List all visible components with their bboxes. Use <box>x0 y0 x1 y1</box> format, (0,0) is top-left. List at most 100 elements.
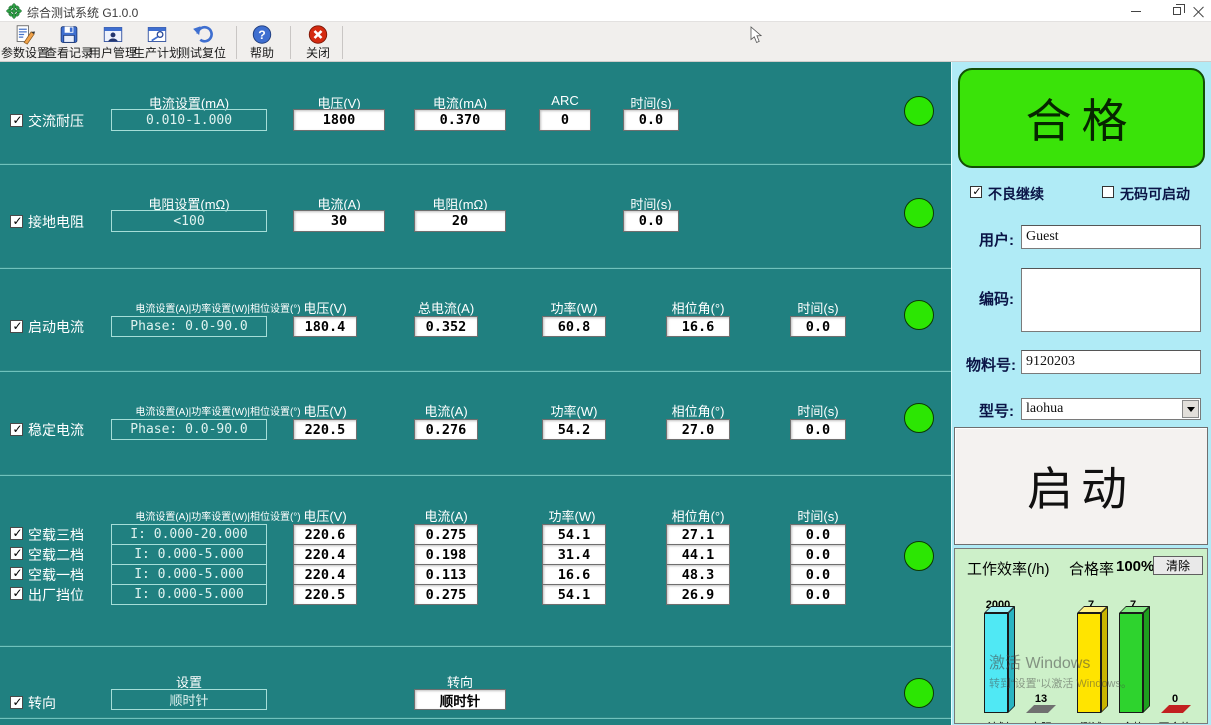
chevron-down-icon <box>1187 407 1195 412</box>
material-field[interactable]: 9120203 <box>1021 350 1201 374</box>
minimize-button[interactable] <box>1116 0 1156 22</box>
setting-box: Phase: 0.0-90.0 <box>111 419 267 440</box>
section-divider <box>0 474 951 476</box>
status-light <box>904 300 934 330</box>
bar-face <box>1143 606 1150 713</box>
column-header: 电压(V) <box>303 506 346 525</box>
toolbar-button-records[interactable]: 查看记录 <box>48 24 90 61</box>
chart-bar-actual <box>1026 705 1056 713</box>
toolbar-button-label: 用户管理 <box>89 44 137 61</box>
bar-face <box>1119 613 1143 713</box>
code-field[interactable] <box>1021 268 1201 332</box>
column-header: 总电流(A) <box>418 298 474 317</box>
section-divider <box>0 163 951 165</box>
toolbar-button-label: 查看记录 <box>45 44 93 61</box>
value-box: 48.3 <box>666 564 730 585</box>
test-enable-checkbox[interactable] <box>10 423 23 436</box>
model-dropdown[interactable]: laohua <box>1021 398 1201 420</box>
params-settings-icon <box>13 24 37 45</box>
control-panel: 合格 不良继续 无码可启动 用户: Guest 编码: 物料号: 9120203… <box>951 62 1211 725</box>
close-button[interactable] <box>1186 0 1211 22</box>
dropdown-button[interactable] <box>1182 400 1199 418</box>
setting-box: 顺时针 <box>111 689 267 710</box>
column-header: 电压(V) <box>303 401 346 420</box>
start-without-code-checkbox[interactable] <box>1102 186 1114 198</box>
setting-box: Phase: 0.0-90.0 <box>111 316 267 337</box>
column-header: 电流设置(A)|功率设置(W)|相位设置(°) <box>135 508 300 523</box>
test-enable-checkbox[interactable] <box>10 527 23 540</box>
column-header: 电压(V) <box>303 298 346 317</box>
windows-activation-watermark-sub: 转到“设置”以激活 Windows。 <box>989 675 1132 691</box>
setting-box: 0.010-1.000 <box>111 109 267 131</box>
help-icon: ? <box>250 24 274 45</box>
value-box: 20 <box>414 210 506 232</box>
value-box: 26.9 <box>666 584 730 605</box>
test-enable-checkbox[interactable] <box>10 547 23 560</box>
column-header: 相位角(°) <box>672 506 725 525</box>
value-box: 0.198 <box>414 544 478 565</box>
toolbar-button-label: 生产计划 <box>133 44 181 61</box>
test-enable-checkbox[interactable] <box>10 215 23 228</box>
value-box: 0.275 <box>414 524 478 545</box>
value-box: 31.4 <box>542 544 606 565</box>
efficiency-panel: 工作效率(/h) 合格率 100% 清除 2000 13 7 7 <box>954 548 1208 724</box>
toolbar-separator <box>236 26 237 59</box>
production-plan-icon <box>145 24 169 45</box>
user-field[interactable]: Guest <box>1021 225 1201 249</box>
bar-category-label: 计划 <box>987 719 1009 724</box>
toolbar-button-reset[interactable]: 测试复位 <box>178 24 226 61</box>
column-header: 功率(W) <box>551 298 598 317</box>
value-box: 0.275 <box>414 584 478 605</box>
toolbar-button-label: 关闭 <box>306 44 330 61</box>
value-box: 220.6 <box>293 524 357 545</box>
value-box: 0.0 <box>790 316 846 337</box>
value-box: 30 <box>293 210 385 232</box>
test-enable-checkbox[interactable] <box>10 114 23 127</box>
test-enable-checkbox[interactable] <box>10 696 23 709</box>
status-light <box>904 678 934 708</box>
column-header: 功率(W) <box>549 506 596 525</box>
toolbar-button-help[interactable]: ? 帮助 <box>242 24 282 61</box>
value-box: 0.276 <box>414 419 478 440</box>
toolbar-button-params[interactable]: 参数设置 <box>2 24 48 61</box>
test-label: 空载二档 <box>28 545 84 565</box>
toolbar-button-plan[interactable]: 生产计划 <box>136 24 178 61</box>
value-box: 0.0 <box>623 210 679 232</box>
result-banner: 合格 <box>958 68 1205 168</box>
view-records-icon <box>57 24 81 45</box>
bar-category-label: 不合格 <box>1159 719 1192 724</box>
toolbar-separator <box>342 26 343 59</box>
value-box: 27.1 <box>666 524 730 545</box>
column-header: 电流(A) <box>424 506 467 525</box>
mouse-cursor <box>750 26 762 44</box>
test-label: 转向 <box>28 693 56 713</box>
continue-on-fail-checkbox[interactable] <box>970 186 982 198</box>
toolbar-button-close[interactable]: 关闭 <box>298 24 338 61</box>
start-button[interactable]: 启动 <box>954 427 1208 545</box>
test-enable-checkbox[interactable] <box>10 320 23 333</box>
value-box: 1800 <box>293 109 385 131</box>
value-box: 54.1 <box>542 584 606 605</box>
minimize-icon <box>1131 11 1141 12</box>
test-label: 空载三档 <box>28 525 84 545</box>
value-box: 0.0 <box>790 524 846 545</box>
bar-category-label: 测试 <box>1080 719 1102 724</box>
value-box: 60.8 <box>542 316 606 337</box>
app-icon <box>6 3 22 19</box>
test-enable-checkbox[interactable] <box>10 587 23 600</box>
app-window: 综合测试系统 G1.0.0 参数设置 查看记录 用户管理 生产计划 测试复位 ? <box>0 0 1211 725</box>
toolbar-button-label: 测试复位 <box>178 44 226 61</box>
bar-category-label: 实际 <box>1030 719 1052 724</box>
value-box: 0 <box>539 109 591 131</box>
column-header: 时间(s) <box>797 298 838 317</box>
clear-button[interactable]: 清除 <box>1153 556 1203 575</box>
value-box: 220.5 <box>293 419 357 440</box>
window-title: 综合测试系统 G1.0.0 <box>27 4 138 21</box>
option-label: 不良继续 <box>988 184 1044 204</box>
toolbar: 参数设置 查看记录 用户管理 生产计划 测试复位 ? 帮助 关闭 <box>0 22 1211 62</box>
setting-box: I: 0.000-5.000 <box>111 564 267 585</box>
status-light <box>904 96 934 126</box>
toolbar-button-users[interactable]: 用户管理 <box>90 24 136 61</box>
svg-text:?: ? <box>258 28 265 42</box>
test-enable-checkbox[interactable] <box>10 567 23 580</box>
